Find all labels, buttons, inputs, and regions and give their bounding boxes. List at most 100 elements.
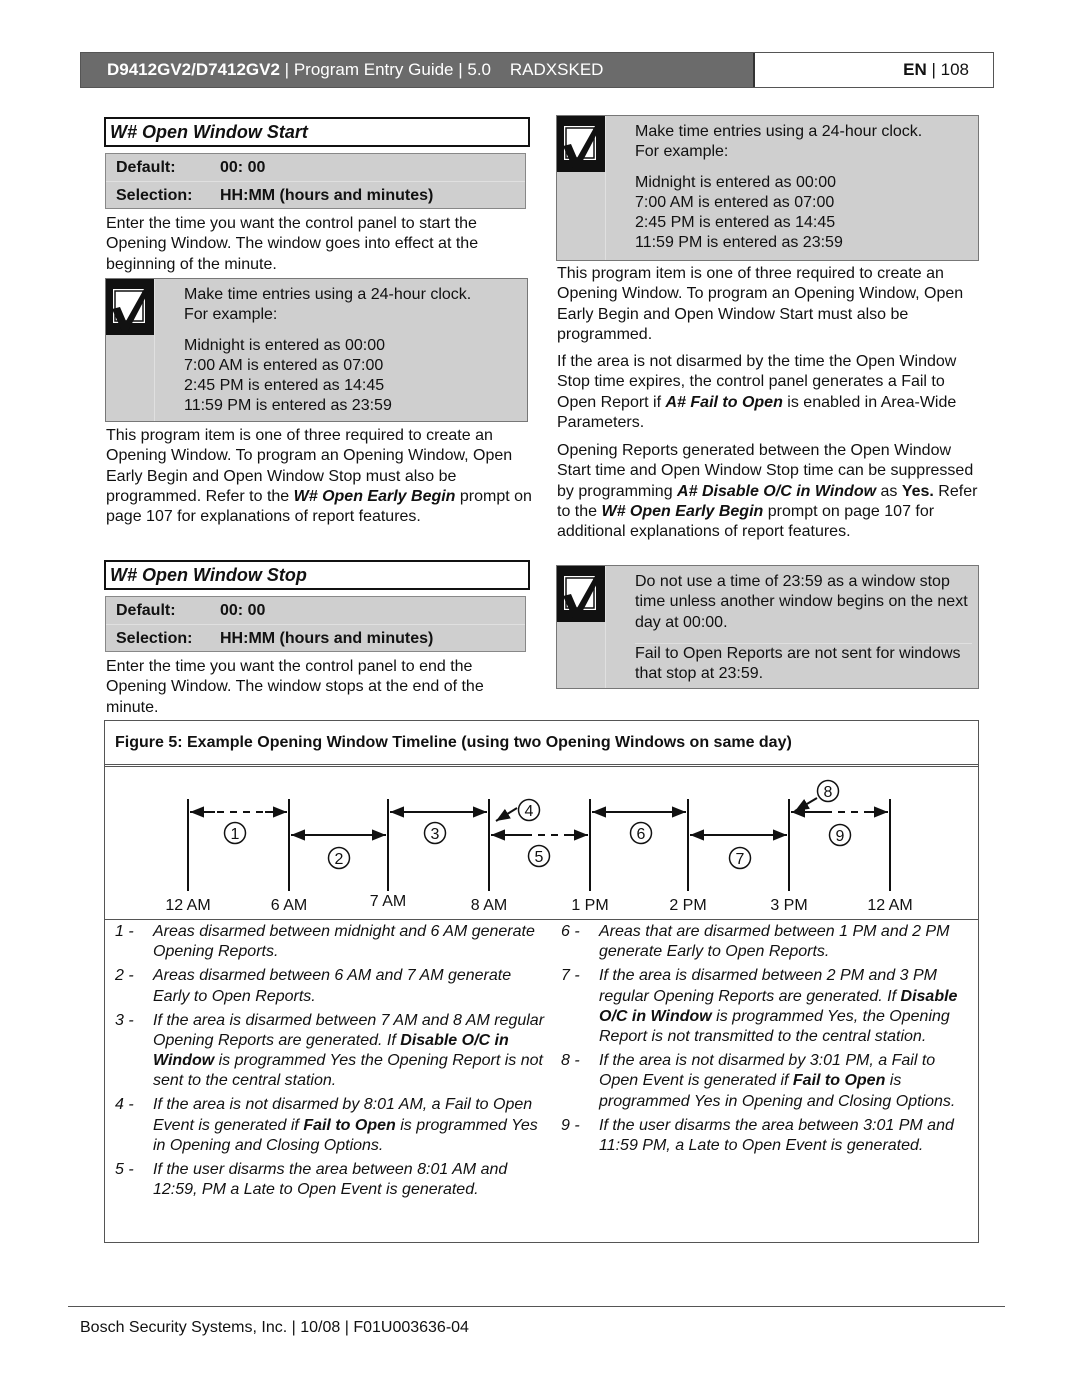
pointer-arrow-4: [495, 807, 518, 822]
note-box-24h-clock-right: Make time entries using a 24-hour clock.…: [556, 115, 979, 261]
footer-divider: [68, 1306, 1005, 1307]
selection-label: Selection:: [116, 630, 193, 647]
marker-number: 1: [231, 826, 240, 843]
legend-item: 7 - If the area is disarmed between 2 PM …: [551, 966, 976, 1047]
selection-label: Selection:: [116, 187, 193, 204]
marker-number: 5: [535, 849, 544, 866]
time-label: 3 PM: [770, 897, 807, 914]
value-yes: Yes.: [901, 482, 934, 500]
legend-description: Areas disarmed between 6 AM and 7 AM gen…: [153, 967, 512, 1005]
header-model: D9412GV2/D7412GV2: [107, 60, 280, 79]
page-number: 108: [940, 60, 969, 79]
checkbox-note-icon: [106, 279, 154, 335]
default-label: Default:: [116, 159, 176, 176]
header-guide: Program Entry Guide | 5.0: [293, 60, 491, 79]
section-title-open-window-stop: W# Open Window Stop: [104, 560, 530, 590]
example-line: 2:45 PM is entered as 14:45: [184, 377, 385, 395]
marker-number: 8: [824, 784, 833, 801]
marker-number: 2: [335, 851, 344, 868]
legend-description: If the area is disarmed between 7 AM and…: [153, 1011, 545, 1090]
legend-description: If the area is not disarmed by 8:01 AM, …: [153, 1096, 538, 1155]
header-page: EN | 108: [753, 53, 993, 87]
section-title-open-window-start: W# Open Window Start: [104, 117, 530, 147]
legend-item: 9 - If the user disarms the area between …: [551, 1116, 976, 1157]
header-lang: EN: [903, 60, 927, 79]
note-text: Make time entries using a 24-hour clock.: [635, 123, 923, 140]
page-header: D9412GV2/D7412GV2 | Program Entry Guide …: [80, 52, 994, 88]
default-row: Default: 00: 00: [106, 154, 525, 181]
legend-number: 6 -: [561, 923, 580, 940]
legend-description: If the area is not disarmed by 3:01 PM, …: [599, 1052, 956, 1110]
note-box-2359-warning: Do not use a time of 23:59 as a window s…: [556, 565, 979, 689]
timeline-diagram: 12 AM 6 AM 7 AM 8 AM 1 PM 2 PM 3 PM 12 AM 1 2 3 4 5 6…: [165, 779, 913, 914]
ref-disable-oc-in-window: A# Disable O/C in Window: [677, 482, 877, 500]
marker-number: 6: [637, 826, 646, 843]
suppression-paragraph: Opening Reports generated between the Op…: [557, 442, 978, 541]
legend-item: 2 - Areas disarmed between 6 AM and 7 AM …: [105, 966, 545, 1007]
legend-number: 9 -: [561, 1116, 580, 1134]
note-text: Make time entries using a 24-hour clock.: [184, 286, 472, 303]
legend-left: 1 - Areas disarmed between midnight and 6…: [105, 922, 545, 1204]
time-label: 7 AM: [370, 893, 406, 910]
example-line: 11:59 PM is entered as 23:59: [184, 397, 392, 415]
header-separator: |: [926, 60, 941, 79]
legend-item: 4 - If the area is not disarmed by 8:01 A…: [105, 1095, 545, 1156]
fail-to-open-paragraph: If the area is not disarmed by the time …: [557, 353, 957, 431]
legend-number: 4 -: [115, 1096, 134, 1114]
legend-item: 8 - If the area is not disarmed by 3:01 P…: [551, 1051, 976, 1112]
header-item: RADXSKED: [509, 60, 604, 79]
time-label: 1 PM: [571, 897, 608, 914]
note-text: For example:: [184, 306, 278, 324]
time-label: 2 PM: [669, 897, 706, 914]
note-text: Do not use a time of 23:59 as a window s…: [635, 573, 968, 631]
footer-text: Bosch Security Systems, Inc. | 10/08 | F…: [80, 1319, 469, 1336]
legend-description: Areas disarmed between midnight and 6 AM…: [153, 923, 535, 961]
default-row: Default: 00: 00: [106, 597, 525, 624]
legend-number: 3 -: [115, 1011, 134, 1029]
legend-description: If the user disarms the area between 3:0…: [599, 1116, 954, 1155]
example-line: 7:00 AM is entered as 07:00: [184, 356, 384, 374]
default-label: Default:: [116, 602, 176, 619]
start-description: Enter the time you want the control pane…: [106, 215, 479, 273]
example-line: 2:45 PM is entered as 14:45: [635, 214, 836, 232]
selection-row: Selection: HH:MM (hours and minutes): [106, 624, 525, 652]
legend-number: 5 -: [115, 1161, 134, 1179]
ref-open-early-begin: W# Open Early Begin: [293, 487, 456, 505]
default-value: 00: 00: [220, 159, 266, 176]
legend-description: If the area is disarmed between 2 PM and…: [599, 967, 958, 1046]
legend-item: 5 - If the user disarms the area between …: [105, 1160, 545, 1201]
legend-number: 7 -: [561, 967, 580, 985]
marker-number: 3: [431, 826, 440, 843]
example-line: 11:59 PM is entered as 23:59: [635, 234, 843, 252]
legend-item: 3 - If the area is disarmed between 7 AM …: [105, 1011, 545, 1092]
default-value: 00: 00: [220, 602, 266, 619]
note-box-24h-clock: Make time entries using a 24-hour clock.…: [105, 278, 528, 422]
selection-value: HH:MM (hours and minutes): [220, 187, 434, 204]
stop-param-table: Default: 00: 00 Selection: HH:MM (hours an…: [105, 596, 526, 652]
marker-number: 9: [836, 828, 845, 845]
example-line: 7:00 AM is entered as 07:00: [635, 193, 835, 211]
legend-description: If the user disarms the area between 8:0…: [153, 1161, 508, 1199]
legend-item: 1 - Areas disarmed between midnight and 6…: [105, 922, 545, 963]
time-label: 12 AM: [867, 897, 912, 914]
time-label: 6 AM: [271, 897, 307, 914]
legend-number: 2 -: [115, 967, 134, 985]
checkbox-note-icon: [557, 116, 605, 172]
figure-timeline: Figure 5: Example Opening Window Timelin…: [104, 720, 979, 1243]
legend-item: 6 - Areas that are disarmed between 1 PM …: [551, 922, 976, 963]
figure-divider: [105, 919, 978, 920]
checkbox-note-icon: [557, 566, 605, 622]
note-text: Fail to Open Reports are not sent for wi…: [635, 643, 972, 685]
ref-open-early-begin: W# Open Early Begin: [601, 502, 764, 520]
header-title: D9412GV2/D7412GV2 | Program Entry Guide …: [81, 53, 753, 87]
example-line: Midnight is entered as 00:00: [184, 336, 386, 354]
start-program-paragraph: This program item is one of three requir…: [106, 427, 532, 526]
stop-description: Enter the time you want the control pane…: [106, 658, 484, 716]
legend-number: 1 -: [115, 923, 134, 940]
marker-number: 7: [736, 851, 745, 868]
figure-caption: Figure 5: Example Opening Window Timelin…: [105, 721, 978, 767]
header-separator: |: [279, 60, 294, 79]
note-text: For example:: [635, 143, 729, 161]
legend-right: 6 - Areas that are disarmed between 1 PM …: [551, 922, 976, 1160]
ref-fail-to-open: A# Fail to Open: [665, 393, 783, 411]
